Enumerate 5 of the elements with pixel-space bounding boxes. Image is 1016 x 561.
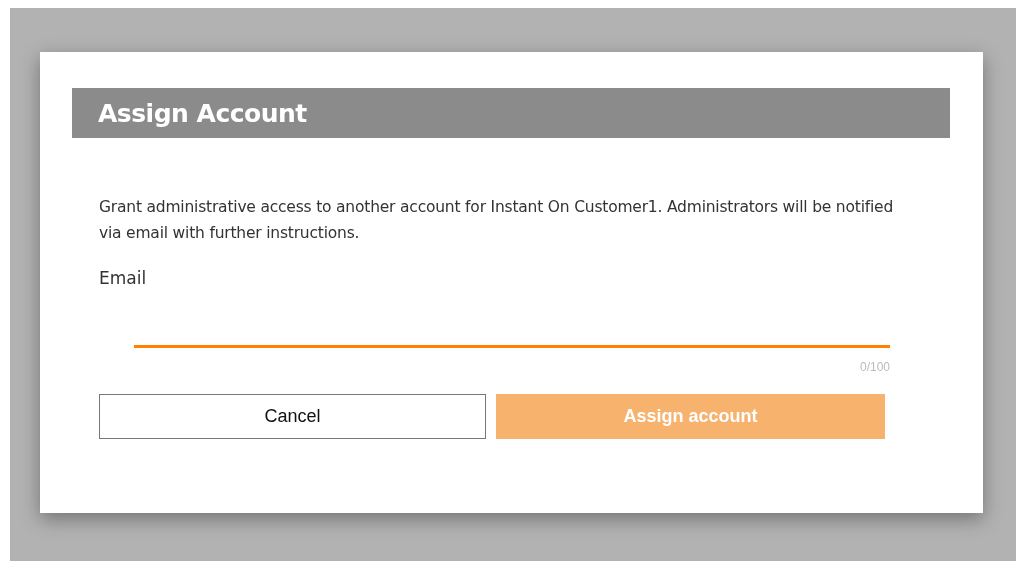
description: Grant administrative access to another account for Instant On Customer1. Administrators will be notified via email with further instructions. <box>99 197 895 244</box>
email-label: Email <box>99 268 148 288</box>
character-counter: 0/100 <box>859 360 890 374</box>
dialog-title: Assign Account <box>98 98 307 128</box>
cancel-button[interactable]: Cancel <box>99 394 486 439</box>
